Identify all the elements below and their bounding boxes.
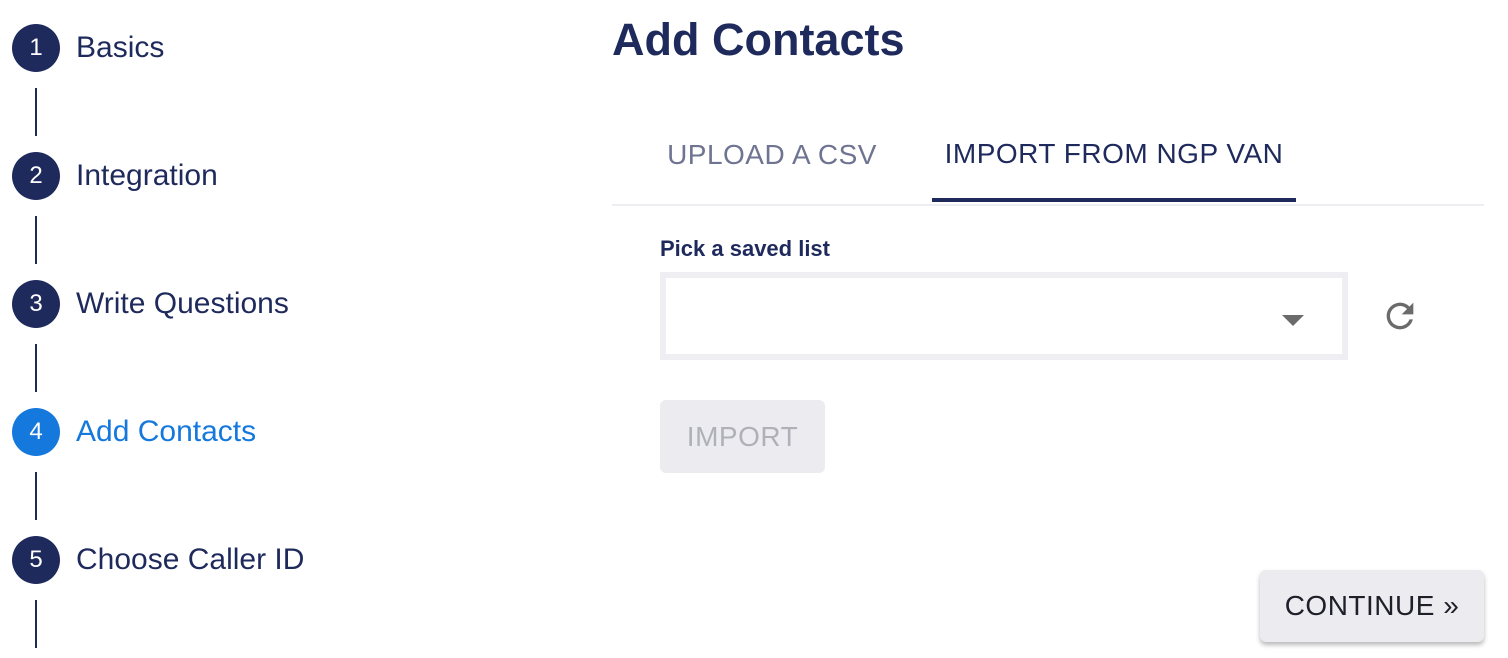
step-connector	[35, 472, 37, 520]
step-add-contacts[interactable]: 4 Add Contacts	[12, 408, 256, 456]
step-label: Add Contacts	[76, 415, 257, 448]
step-basics[interactable]: 1 Basics	[12, 24, 164, 72]
tab-import-ngp-van[interactable]: IMPORT FROM NGP VAN	[932, 110, 1296, 202]
step-number: 2	[12, 152, 60, 200]
step-label: Choose Caller ID	[76, 543, 305, 576]
step-number: 4	[12, 408, 60, 456]
continue-button[interactable]: CONTINUE »	[1260, 570, 1484, 642]
step-number: 5	[12, 536, 60, 584]
step-number: 3	[12, 280, 60, 328]
step-number: 1	[12, 24, 60, 72]
step-connector	[35, 216, 37, 264]
step-choose-caller-id[interactable]: 5 Choose Caller ID	[12, 536, 304, 584]
step-label: Basics	[76, 31, 165, 64]
chevron-down-icon	[1282, 315, 1304, 326]
step-connector	[35, 600, 37, 648]
tab-bar: UPLOAD A CSV IMPORT FROM NGP VAN	[612, 110, 1484, 206]
saved-list-label: Pick a saved list	[660, 236, 830, 261]
step-label: Integration	[76, 159, 218, 192]
page-title: Add Contacts	[612, 14, 905, 65]
step-label: Write Questions	[76, 287, 289, 320]
step-connector	[35, 344, 37, 392]
step-write-questions[interactable]: 3 Write Questions	[12, 280, 289, 328]
refresh-icon[interactable]	[1380, 296, 1420, 336]
step-integration[interactable]: 2 Integration	[12, 152, 218, 200]
saved-list-select[interactable]	[660, 272, 1348, 360]
tab-upload-csv[interactable]: UPLOAD A CSV	[652, 110, 892, 200]
import-button[interactable]: IMPORT	[660, 400, 825, 473]
step-connector	[35, 88, 37, 136]
